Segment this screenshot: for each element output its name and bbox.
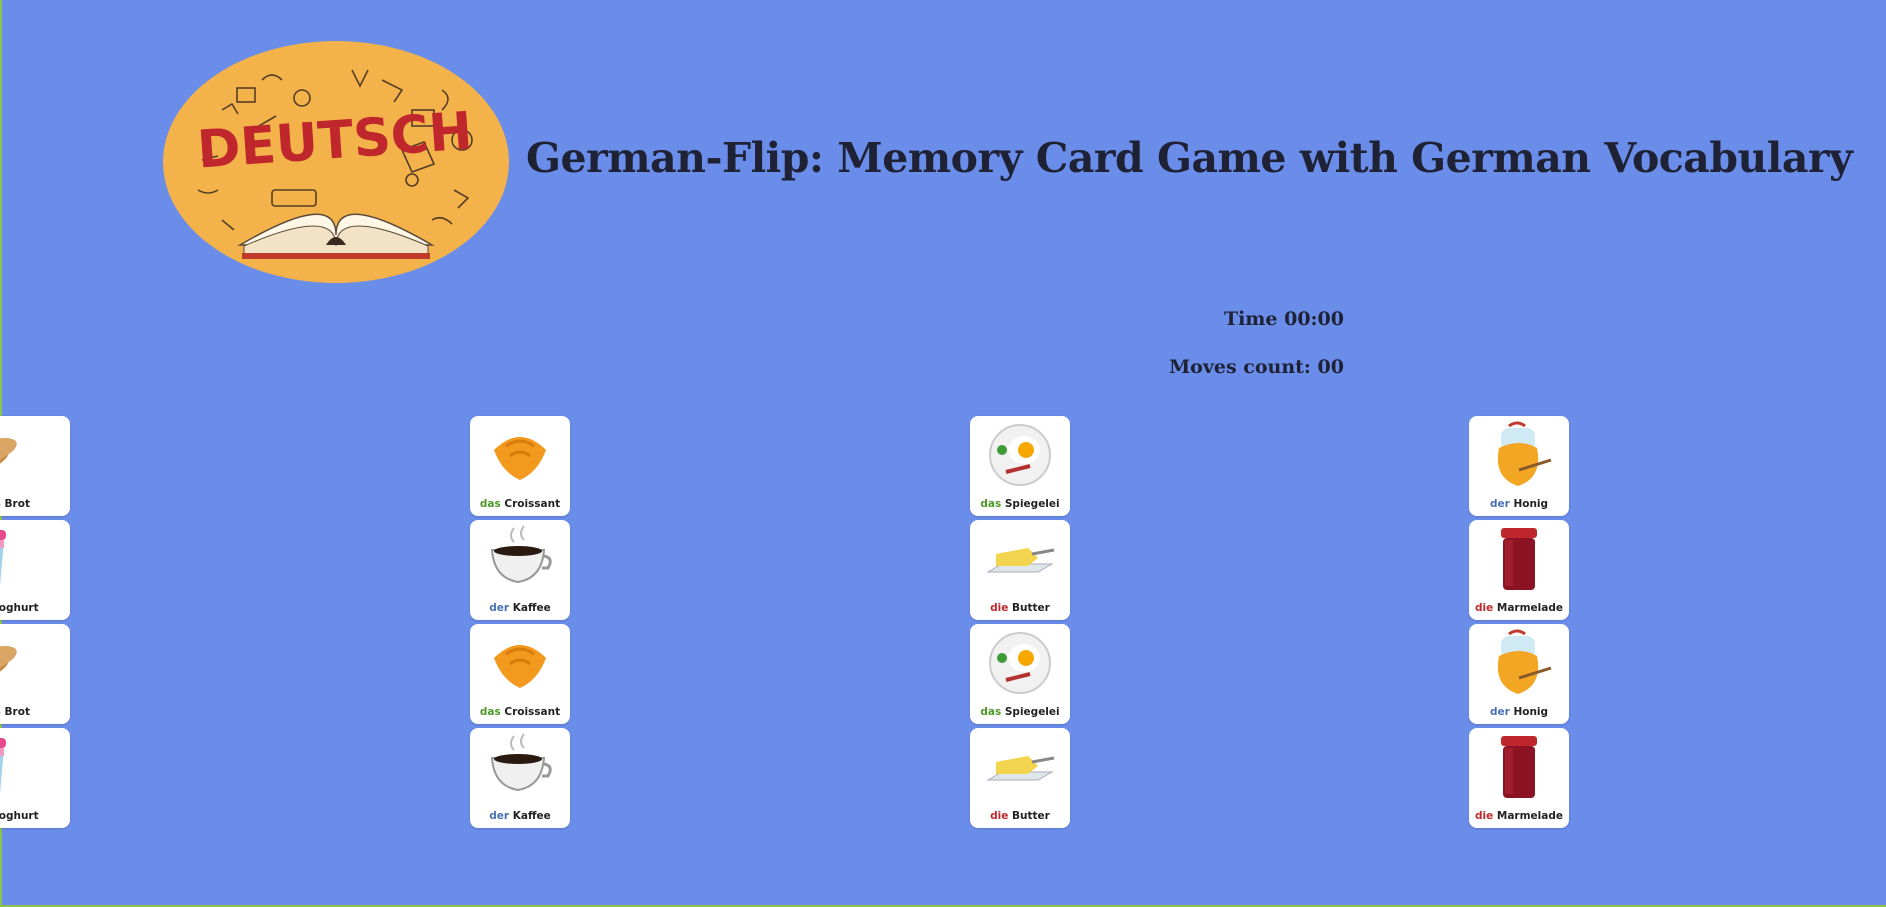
- card-article: der: [1489, 706, 1510, 718]
- card-article: die: [990, 810, 1009, 822]
- honey-jar-icon: [1479, 628, 1559, 698]
- jam-jar-icon: [1479, 732, 1559, 802]
- memory-card[interactable]: die Marmelade: [1469, 520, 1569, 620]
- card-label: das Spiegelei: [970, 498, 1070, 510]
- card-label: der Kaffee: [470, 810, 570, 822]
- memory-card[interactable]: der Kaffee: [470, 728, 570, 828]
- card-word: Marmelade: [1496, 602, 1563, 614]
- card-article: der: [489, 602, 510, 614]
- card-label: die Butter: [970, 602, 1070, 614]
- card-article: der: [489, 810, 510, 822]
- memory-card[interactable]: die Marmelade: [1469, 728, 1569, 828]
- card-word: Joghurt: [0, 810, 39, 822]
- memory-card[interactable]: das Brot: [0, 416, 70, 516]
- card-word: Butter: [1012, 810, 1050, 822]
- card-word: Spiegelei: [1004, 498, 1060, 510]
- yogurt-icon: [0, 524, 24, 594]
- memory-card[interactable]: das Brot: [0, 624, 70, 724]
- fried-egg-icon: [980, 628, 1060, 698]
- card-article: das: [0, 706, 1, 718]
- butter-icon: [980, 524, 1060, 594]
- card-word: Brot: [4, 706, 30, 718]
- honey-jar-icon: [1479, 420, 1559, 490]
- card-label: das Croissant: [470, 498, 570, 510]
- card-label: die Marmelade: [1469, 810, 1569, 822]
- coffee-cup-icon: [480, 524, 560, 594]
- card-article: das: [479, 706, 501, 718]
- memory-card[interactable]: die Butter: [970, 728, 1070, 828]
- butter-icon: [980, 732, 1060, 802]
- card-label: der Honig: [1469, 498, 1569, 510]
- card-article: das: [980, 706, 1002, 718]
- card-word: Honig: [1513, 498, 1549, 510]
- croissant-icon: [480, 628, 560, 698]
- card-article: das: [479, 498, 501, 510]
- card-label: der Joghurt: [0, 602, 70, 614]
- card-article: das: [0, 498, 1, 510]
- card-label: der Joghurt: [0, 810, 70, 822]
- yogurt-icon: [0, 732, 24, 802]
- memory-card[interactable]: das Croissant: [470, 416, 570, 516]
- bread-icon: [0, 420, 24, 490]
- memory-card[interactable]: das Spiegelei: [970, 624, 1070, 724]
- card-word: Brot: [4, 498, 30, 510]
- card-label: das Brot: [0, 706, 70, 718]
- croissant-icon: [480, 420, 560, 490]
- memory-card[interactable]: die Butter: [970, 520, 1070, 620]
- coffee-cup-icon: [480, 732, 560, 802]
- card-label: das Brot: [0, 498, 70, 510]
- card-label: die Marmelade: [1469, 602, 1569, 614]
- timer: Time 00:00: [1223, 308, 1344, 330]
- card-word: Kaffee: [512, 602, 551, 614]
- card-word: Honig: [1513, 706, 1549, 718]
- card-label: das Croissant: [470, 706, 570, 718]
- deutsch-logo: DEUTSCH: [163, 41, 509, 283]
- fried-egg-icon: [980, 420, 1060, 490]
- card-word: Spiegelei: [1004, 706, 1060, 718]
- memory-card[interactable]: der Joghurt: [0, 520, 70, 620]
- memory-card[interactable]: das Croissant: [470, 624, 570, 724]
- memory-card[interactable]: der Joghurt: [0, 728, 70, 828]
- card-article: das: [980, 498, 1002, 510]
- memory-card[interactable]: das Spiegelei: [970, 416, 1070, 516]
- card-article: die: [990, 602, 1009, 614]
- card-label: das Spiegelei: [970, 706, 1070, 718]
- card-word: Kaffee: [512, 810, 551, 822]
- card-label: die Butter: [970, 810, 1070, 822]
- card-word: Croissant: [504, 706, 561, 718]
- card-article: der: [1489, 498, 1510, 510]
- card-article: die: [1474, 810, 1494, 822]
- card-label: der Kaffee: [470, 602, 570, 614]
- moves-counter: Moves count: 00: [1169, 356, 1344, 378]
- bread-icon: [0, 628, 24, 698]
- card-label: der Honig: [1469, 706, 1569, 718]
- card-article: die: [1474, 602, 1494, 614]
- memory-card[interactable]: der Kaffee: [470, 520, 570, 620]
- page-title: German-Flip: Memory Card Game with Germa…: [526, 134, 1853, 182]
- card-word: Butter: [1012, 602, 1050, 614]
- card-word: Joghurt: [0, 602, 39, 614]
- memory-card[interactable]: der Honig: [1469, 624, 1569, 724]
- jam-jar-icon: [1479, 524, 1559, 594]
- card-word: Croissant: [504, 498, 561, 510]
- card-word: Marmelade: [1496, 810, 1563, 822]
- memory-card[interactable]: der Honig: [1469, 416, 1569, 516]
